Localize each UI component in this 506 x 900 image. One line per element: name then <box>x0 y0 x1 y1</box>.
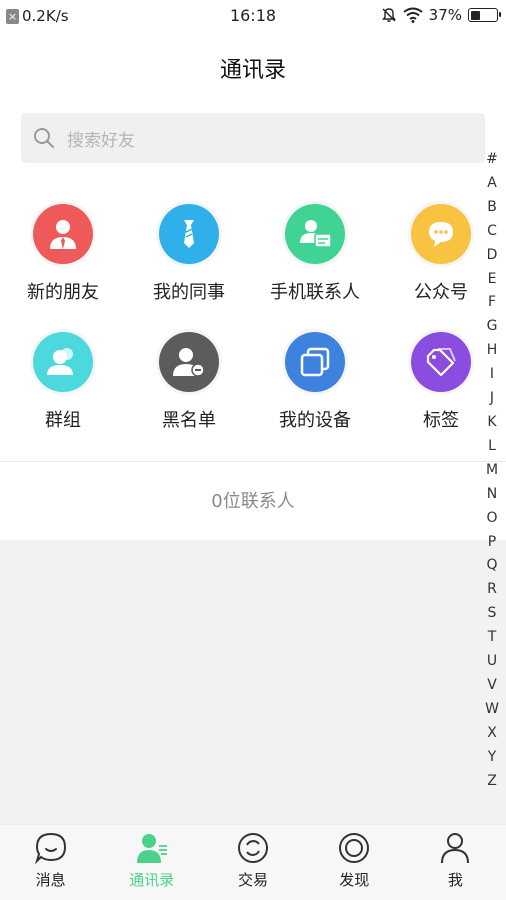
tab-messages[interactable]: 消息 <box>0 825 101 900</box>
profile-icon <box>441 833 470 864</box>
grid-label: 新的朋友 <box>27 282 99 303</box>
grid-item-my-devices[interactable]: 我的设备 <box>252 332 378 432</box>
status-bar: × 0.2K/s 16:18 37% <box>0 0 506 32</box>
contacts-icon <box>136 834 167 863</box>
grid-label: 我的同事 <box>153 282 225 303</box>
necktie-icon <box>159 204 219 264</box>
battery-percent: 37% <box>428 6 462 24</box>
chat-icon <box>34 832 66 865</box>
bottom-tab-bar: 消息 通讯录 交易 发现 我 <box>0 824 506 900</box>
alphabet-letter[interactable]: Q <box>486 554 497 578</box>
mute-bell-icon <box>381 8 396 22</box>
alphabet-letter[interactable]: Z <box>487 770 497 794</box>
alphabet-letter[interactable]: I <box>490 363 494 387</box>
person-tie-icon <box>33 204 93 264</box>
search-placeholder: 搜索好友 <box>67 130 135 151</box>
contact-card-icon <box>285 204 345 264</box>
alphabet-letter[interactable]: C <box>487 220 497 244</box>
tab-label: 发现 <box>339 871 370 889</box>
grid-label: 我的设备 <box>279 410 351 431</box>
contacts-panel: 搜索好友 新的朋友 我的同事 手机联系人 公众号 群组 黑名单 我的设备 标签 … <box>0 102 506 540</box>
chat-bubble-icon <box>411 204 471 264</box>
search-icon <box>34 128 54 148</box>
grid-label: 黑名单 <box>162 410 216 431</box>
alphabet-letter[interactable]: E <box>488 268 497 292</box>
alphabet-letter[interactable]: P <box>488 531 496 555</box>
alphabet-index[interactable]: # A B C D E F G H I J K L M N O P Q R S T U V W X Y Z <box>484 148 500 793</box>
alphabet-letter[interactable]: F <box>488 291 496 315</box>
group-icon <box>33 332 93 392</box>
alphabet-letter[interactable]: B <box>487 196 497 220</box>
grid-item-new-friends[interactable]: 新的朋友 <box>0 204 126 304</box>
tab-label: 交易 <box>238 871 269 889</box>
alphabet-letter[interactable]: K <box>487 411 496 435</box>
grid-item-blacklist[interactable]: 黑名单 <box>126 332 252 432</box>
alphabet-letter[interactable]: W <box>485 698 499 722</box>
alphabet-letter[interactable]: Y <box>488 746 497 770</box>
block-user-icon <box>159 332 219 392</box>
tab-label: 通讯录 <box>129 871 175 889</box>
wifi-icon <box>403 7 423 23</box>
page-title: 通讯录 <box>219 58 286 83</box>
alphabet-letter[interactable]: O <box>486 507 497 531</box>
tab-contacts[interactable]: 通讯录 <box>101 825 202 900</box>
battery-icon <box>468 8 501 22</box>
alphabet-letter[interactable]: A <box>487 172 497 196</box>
alphabet-letter[interactable]: R <box>487 578 497 602</box>
grid-item-phone-contacts[interactable]: 手机联系人 <box>252 204 378 304</box>
alphabet-letter[interactable]: T <box>488 626 497 650</box>
contact-count: 0位联系人 <box>211 491 295 512</box>
alphabet-letter[interactable]: M <box>486 459 498 483</box>
tab-discover[interactable]: 发现 <box>304 825 405 900</box>
alphabet-letter[interactable]: S <box>488 602 497 626</box>
discover-icon <box>339 833 370 863</box>
search-box[interactable]: 搜索好友 <box>21 113 485 163</box>
divider <box>0 461 506 462</box>
trade-icon <box>238 833 268 863</box>
alphabet-letter[interactable]: G <box>487 315 498 339</box>
tab-label: 我 <box>447 871 463 889</box>
alphabet-letter[interactable]: J <box>490 387 494 411</box>
grid-label: 手机联系人 <box>270 282 360 303</box>
tab-me[interactable]: 我 <box>405 825 506 900</box>
grid-item-groups[interactable]: 群组 <box>0 332 126 432</box>
alphabet-letter[interactable]: L <box>488 435 496 459</box>
alphabet-letter[interactable]: V <box>487 674 497 698</box>
alphabet-letter[interactable]: U <box>487 650 497 674</box>
alphabet-letter[interactable]: D <box>487 244 498 268</box>
alphabet-letter[interactable]: H <box>487 339 498 363</box>
grid-item-colleagues[interactable]: 我的同事 <box>126 204 252 304</box>
tab-label: 消息 <box>35 871 66 889</box>
header: 通讯录 <box>0 32 506 102</box>
alphabet-letter[interactable]: # <box>486 148 498 172</box>
devices-icon <box>285 332 345 392</box>
alphabet-letter[interactable]: X <box>487 722 497 746</box>
alphabet-letter[interactable]: N <box>487 483 497 507</box>
tab-trade[interactable]: 交易 <box>202 825 303 900</box>
tag-icon <box>411 332 471 392</box>
status-right: 37% <box>381 6 501 24</box>
grid-label: 群组 <box>45 410 81 431</box>
battery-fill <box>470 10 480 20</box>
